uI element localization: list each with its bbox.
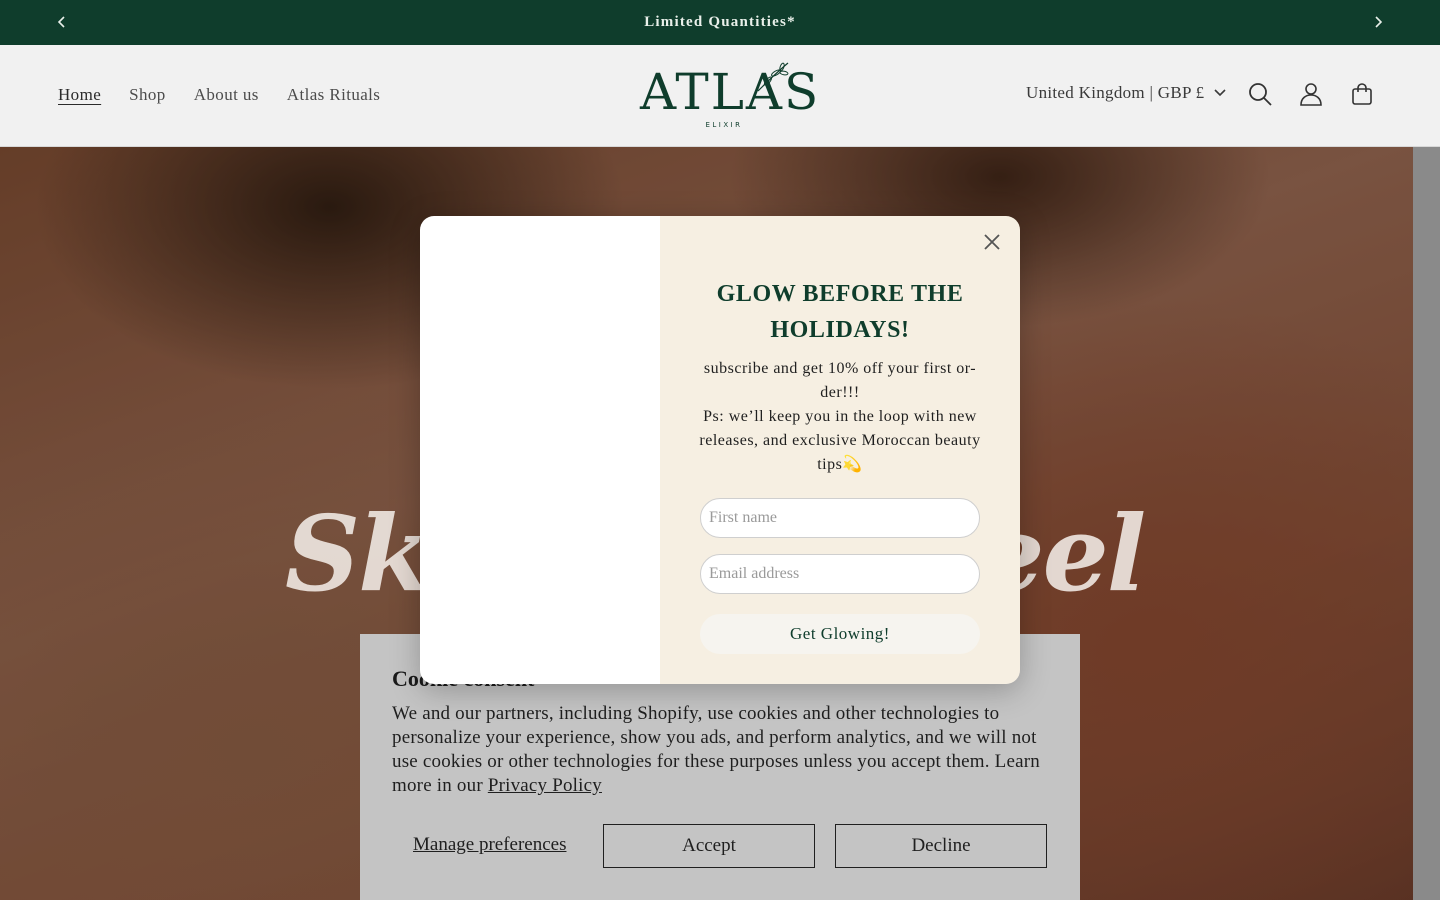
- logo-wordmark: ATLAS: [640, 63, 821, 121]
- account-button[interactable]: [1296, 79, 1326, 109]
- main-nav: Home Shop About us Atlas Rituals: [58, 45, 380, 145]
- search-icon: [1249, 83, 1272, 106]
- announcement-prev-button[interactable]: [52, 12, 72, 32]
- logo-subtitle: ELIXIR: [705, 121, 743, 129]
- get-glowing-button[interactable]: Get Glowing!: [700, 614, 980, 654]
- chevron-right-icon: [1375, 16, 1383, 28]
- popup-image: [420, 216, 660, 684]
- nav-atlas-rituals[interactable]: Atlas Rituals: [287, 85, 381, 105]
- first-name-input[interactable]: [700, 498, 980, 538]
- popup-body: GLOW BEFORE THE HOLIDAYS! subscribe and …: [660, 216, 1020, 684]
- popup-description-line2: Ps: we’ll keep you in the loop with new …: [699, 408, 981, 473]
- search-button[interactable]: [1245, 79, 1275, 109]
- close-icon: [984, 234, 1000, 250]
- email-input[interactable]: [700, 554, 980, 594]
- country-selector-label: United Kingdom | GBP £: [1026, 83, 1205, 102]
- cart-button[interactable]: [1347, 79, 1377, 109]
- accept-button[interactable]: Accept: [603, 824, 815, 868]
- announcement-text: Limited Quantities*: [644, 14, 796, 30]
- account-icon: [1300, 83, 1322, 106]
- manage-preferences-link[interactable]: Manage preferences: [413, 834, 566, 856]
- newsletter-popup: GLOW BEFORE THE HOLIDAYS! subscribe and …: [420, 216, 1020, 684]
- site-header: Home Shop About us Atlas Rituals ATLAS E…: [0, 45, 1440, 147]
- nav-home[interactable]: Home: [58, 85, 101, 105]
- popup-description: subscribe and get 10% off your first or-…: [698, 357, 982, 477]
- page-scrollbar[interactable]: [1413, 147, 1440, 900]
- chevron-left-icon: [57, 16, 65, 28]
- country-selector[interactable]: United Kingdom | GBP £: [1026, 83, 1227, 103]
- nav-about-us[interactable]: About us: [194, 85, 259, 105]
- announcement-next-button[interactable]: [1368, 12, 1388, 32]
- popup-title: GLOW BEFORE THE HOLIDAYS!: [716, 281, 964, 343]
- announcement-bar: Limited Quantities*: [0, 0, 1440, 45]
- privacy-policy-link[interactable]: Privacy Policy: [488, 775, 602, 796]
- cart-icon: [1352, 83, 1372, 105]
- decline-button[interactable]: Decline: [835, 824, 1047, 868]
- popup-close-button[interactable]: [978, 228, 1006, 256]
- cookie-text: We and our partners, including Shopify, …: [392, 702, 1052, 798]
- nav-shop[interactable]: Shop: [129, 85, 166, 105]
- site-logo[interactable]: ATLAS ELIXIR: [636, 57, 818, 137]
- popup-description-line1: subscribe and get 10% off your first or-…: [703, 360, 977, 401]
- chevron-down-icon: [1214, 89, 1227, 97]
